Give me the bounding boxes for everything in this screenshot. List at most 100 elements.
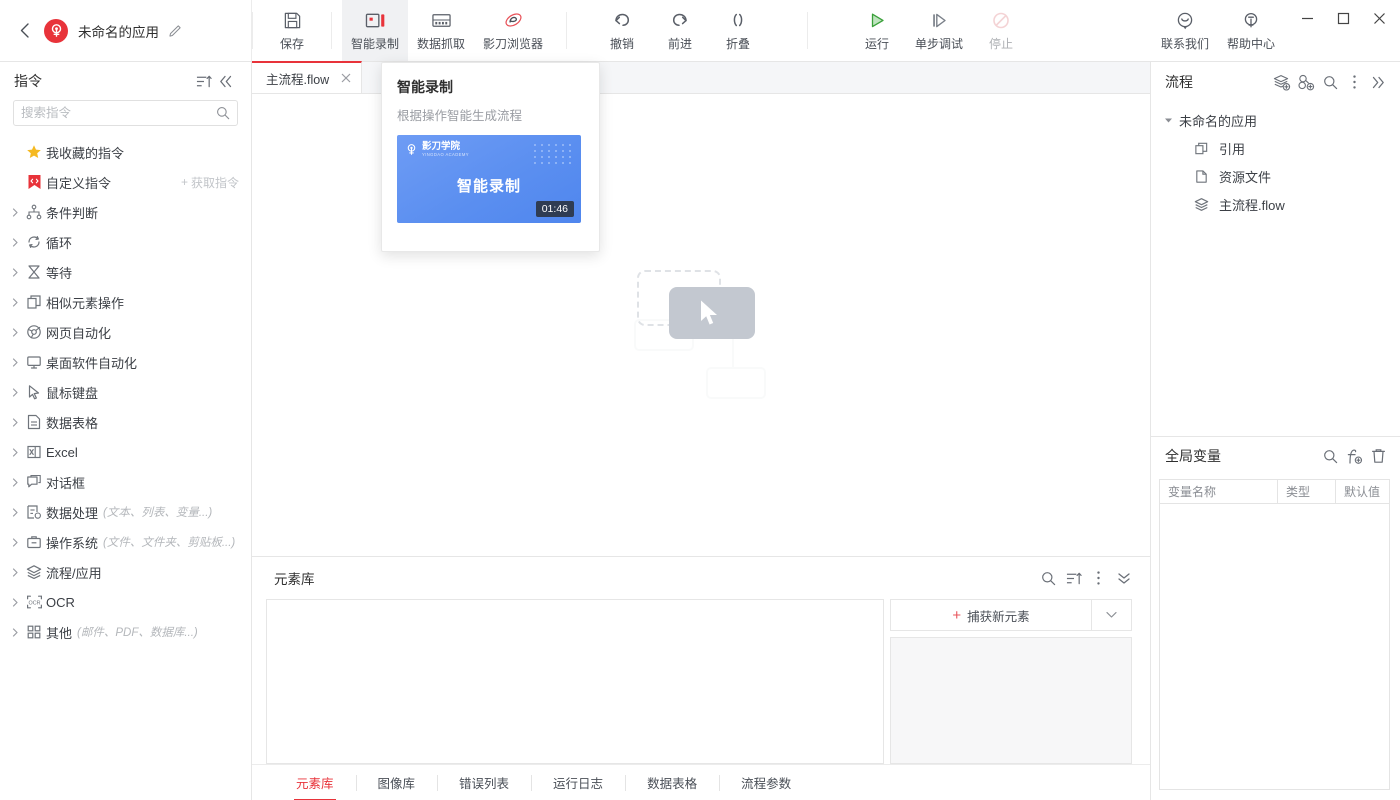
double-chevron-right-icon[interactable] xyxy=(1366,70,1390,94)
sidebar-item-ocr[interactable]: OCR OCR xyxy=(0,587,251,617)
sidebar-item-label: 网页自动化 xyxy=(46,323,111,342)
sidebar-item-label: 鼠标键盘 xyxy=(46,383,98,402)
chevron-right-icon[interactable] xyxy=(8,628,22,637)
chevron-right-icon[interactable] xyxy=(8,238,22,247)
sort-icon[interactable] xyxy=(193,70,215,92)
chevron-right-icon[interactable] xyxy=(8,298,22,307)
tab-error-list[interactable]: 错误列表 xyxy=(437,765,531,800)
sidebar-item-wait[interactable]: 等待 xyxy=(0,257,251,287)
chevron-right-icon[interactable] xyxy=(8,358,22,367)
sidebar-item-desktop-automation[interactable]: 桌面软件自动化 xyxy=(0,347,251,377)
sidebar-item-loop[interactable]: 循环 xyxy=(0,227,251,257)
tab-element-library[interactable]: 元素库 xyxy=(274,765,356,800)
tree-item-label: 引用 xyxy=(1219,139,1245,158)
undo-button[interactable]: 撤销 xyxy=(593,0,651,61)
chevron-right-icon[interactable] xyxy=(8,538,22,547)
add-layers-icon[interactable] xyxy=(1270,70,1294,94)
sidebar-item-favorites[interactable]: 我收藏的指令 xyxy=(0,137,251,167)
sidebar-item-condition[interactable]: 条件判断 xyxy=(0,197,251,227)
tree-item-resource-files[interactable]: 资源文件 xyxy=(1151,162,1400,190)
tree-item-app-root[interactable]: 未命名的应用 xyxy=(1151,106,1400,134)
tab-image-library[interactable]: 图像库 xyxy=(356,765,438,800)
sidebar-item-similar-elements[interactable]: 相似元素操作 xyxy=(0,287,251,317)
sidebar-item-label: Excel xyxy=(46,445,78,460)
stop-button[interactable]: 停止 xyxy=(972,0,1030,61)
run-button[interactable]: 运行 xyxy=(848,0,906,61)
monitor-icon xyxy=(22,354,46,370)
resource-file-icon xyxy=(1189,169,1213,184)
sidebar-item-custom-commands[interactable]: 自定义指令 + 获取指令 xyxy=(0,167,251,197)
tab-flow-params[interactable]: 流程参数 xyxy=(719,765,813,800)
capture-new-element-button[interactable]: + 捕获新元素 xyxy=(891,600,1091,630)
play-icon xyxy=(867,9,887,31)
collapse-button[interactable]: 折叠 xyxy=(709,0,767,61)
contact-us-button[interactable]: 联系我们 xyxy=(1152,0,1218,61)
tree-item-references[interactable]: 引用 xyxy=(1151,134,1400,162)
chevron-right-icon[interactable] xyxy=(8,568,22,577)
chevron-down-icon[interactable] xyxy=(1161,117,1175,124)
chevron-right-icon[interactable] xyxy=(8,448,22,457)
more-vertical-icon[interactable] xyxy=(1342,70,1366,94)
sidebar-item-other[interactable]: 其他 (邮件、PDF、数据库...) xyxy=(0,617,251,647)
chevron-right-icon[interactable] xyxy=(8,328,22,337)
smart-record-button[interactable]: 智能录制 xyxy=(342,0,408,61)
search-icon[interactable] xyxy=(1318,444,1342,468)
trash-icon[interactable] xyxy=(1366,444,1390,468)
tooltip-video-thumbnail[interactable]: 影刀学院 YINGDAO ACADEMY 智能录制 01:46 xyxy=(397,135,581,223)
double-chevron-left-icon[interactable] xyxy=(215,70,237,92)
close-icon[interactable] xyxy=(1368,8,1390,28)
search-icon[interactable] xyxy=(1036,566,1061,591)
step-debug-button[interactable]: 单步调试 xyxy=(906,0,972,61)
minimize-icon[interactable] xyxy=(1296,8,1318,28)
help-center-button[interactable]: 帮助中心 xyxy=(1218,0,1284,61)
chevron-right-icon[interactable] xyxy=(8,508,22,517)
sidebar-item-web-automation[interactable]: 网页自动化 xyxy=(0,317,251,347)
sidebar-item-operating-system[interactable]: 操作系统 (文件、文件夹、剪贴板...) xyxy=(0,527,251,557)
sidebar-item-flow-app[interactable]: 流程/应用 xyxy=(0,557,251,587)
search-icon[interactable] xyxy=(1318,70,1342,94)
chevron-right-icon[interactable] xyxy=(8,478,22,487)
pencil-icon[interactable] xyxy=(169,24,182,37)
sidebar-item-data-table[interactable]: 数据表格 xyxy=(0,407,251,437)
search-input[interactable] xyxy=(21,106,216,120)
add-nodes-icon[interactable] xyxy=(1294,70,1318,94)
yingdao-browser-button[interactable]: 影刀浏览器 xyxy=(474,0,552,61)
sidebar-item-dialog[interactable]: 对话框 xyxy=(0,467,251,497)
back-chevron-icon[interactable] xyxy=(14,21,34,41)
chevron-right-icon[interactable] xyxy=(8,208,22,217)
double-chevron-down-icon[interactable] xyxy=(1111,566,1136,591)
element-list[interactable] xyxy=(266,599,884,764)
close-icon[interactable] xyxy=(341,71,351,86)
get-commands-link[interactable]: + 获取指令 xyxy=(181,174,239,191)
maximize-icon[interactable] xyxy=(1332,8,1354,28)
flow-panel-header: 流程 xyxy=(1151,62,1400,102)
redo-button[interactable]: 前进 xyxy=(651,0,709,61)
search-icon[interactable] xyxy=(216,106,230,120)
data-capture-button[interactable]: 数据抓取 xyxy=(408,0,474,61)
sort-icon[interactable] xyxy=(1061,566,1086,591)
get-commands-label: 获取指令 xyxy=(191,174,239,191)
chevron-right-icon[interactable] xyxy=(8,268,22,277)
sidebar-item-label: 相似元素操作 xyxy=(46,293,124,312)
column-header-type: 类型 xyxy=(1278,480,1336,503)
save-button[interactable]: 保存 xyxy=(263,0,321,61)
tab-run-log[interactable]: 运行日志 xyxy=(531,765,625,800)
table-body[interactable] xyxy=(1160,504,1389,789)
chevron-down-icon[interactable] xyxy=(1091,600,1131,630)
flow-panel-title: 流程 xyxy=(1165,72,1270,92)
chevron-right-icon[interactable] xyxy=(8,388,22,397)
more-vertical-icon[interactable] xyxy=(1086,566,1111,591)
flow-panel: 流程 xyxy=(1150,62,1400,800)
tree-item-main-flow[interactable]: 主流程.flow xyxy=(1151,190,1400,218)
add-function-icon[interactable] xyxy=(1342,444,1366,468)
search-input-box[interactable] xyxy=(13,100,238,126)
sidebar-item-excel[interactable]: Excel xyxy=(0,437,251,467)
sidebar-item-mouse-keyboard[interactable]: 鼠标键盘 xyxy=(0,377,251,407)
sidebar-item-label: 等待 xyxy=(46,263,72,282)
toolbar-spacer xyxy=(1030,0,1152,61)
chevron-right-icon[interactable] xyxy=(8,598,22,607)
chevron-right-icon[interactable] xyxy=(8,418,22,427)
tab-data-table[interactable]: 数据表格 xyxy=(625,765,719,800)
editor-tab-main-flow[interactable]: 主流程.flow xyxy=(252,61,362,93)
sidebar-item-data-processing[interactable]: 数据处理 (文本、列表、变量...) xyxy=(0,497,251,527)
